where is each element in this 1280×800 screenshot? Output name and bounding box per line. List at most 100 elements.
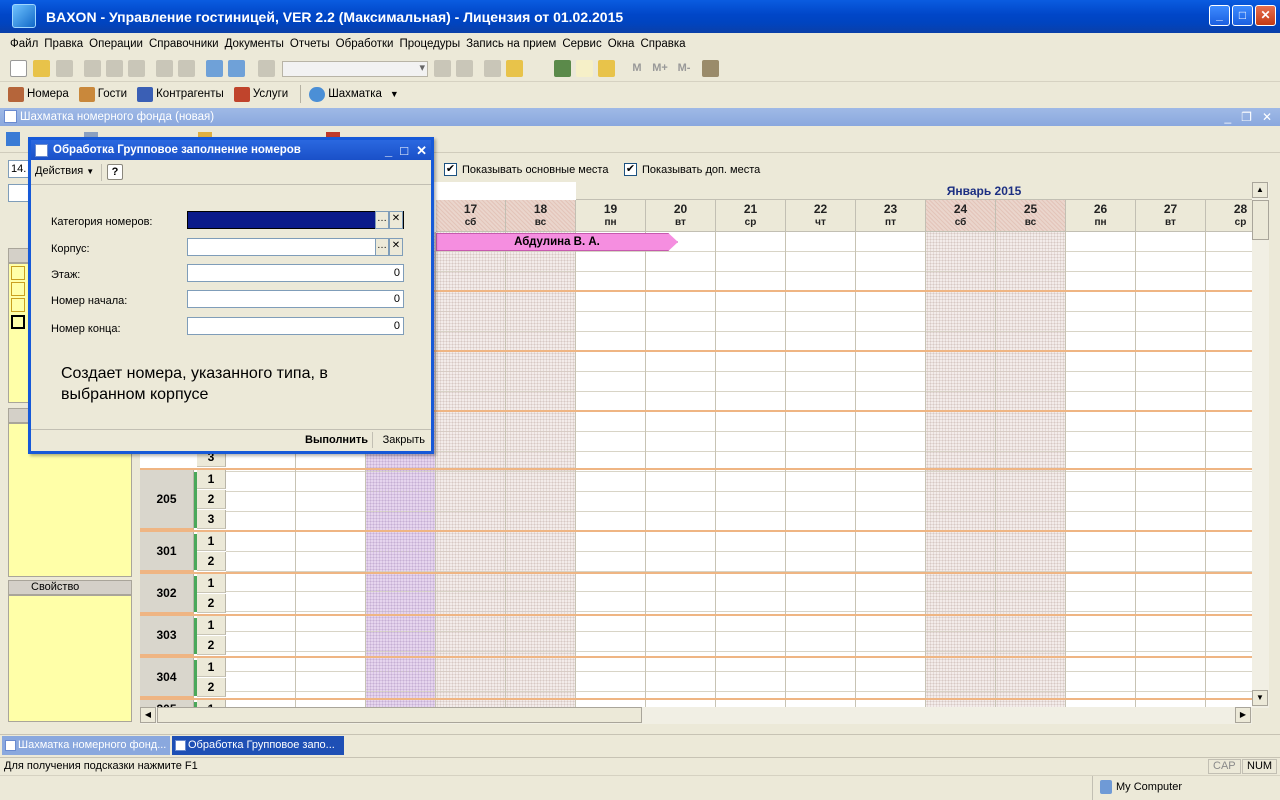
chevron-down-icon[interactable]: ▼	[390, 89, 399, 99]
copy-icon[interactable]	[106, 60, 123, 77]
print-preview-icon[interactable]	[178, 60, 195, 77]
dialog-close-button[interactable]: ✕	[416, 141, 427, 161]
booking-bar[interactable]: Абдулина В. А.	[436, 233, 678, 251]
maximize-button[interactable]: □	[1232, 5, 1253, 26]
find-prev-icon[interactable]	[456, 60, 473, 77]
day-column[interactable]	[856, 232, 926, 708]
open-folder-icon[interactable]	[33, 60, 50, 77]
close-button[interactable]: ✕	[1255, 5, 1276, 26]
category-clear-button[interactable]: ✕	[389, 211, 403, 229]
windows-icon[interactable]	[484, 60, 501, 77]
dialog-close-text-button[interactable]: Закрыть	[383, 434, 425, 446]
building-select-button[interactable]: …	[375, 238, 389, 256]
building-clear-button[interactable]: ✕	[389, 238, 403, 256]
day-column[interactable]	[576, 232, 646, 708]
tools-icon[interactable]	[702, 60, 719, 77]
filter-checkbox[interactable]	[11, 282, 25, 296]
chess-button[interactable]: Шахматка ▼	[309, 86, 399, 102]
horizontal-scrollbar[interactable]: ◀ ▶	[140, 707, 1252, 724]
menu-appointment[interactable]: Запись на прием	[466, 38, 556, 50]
execute-button[interactable]: Выполнить	[305, 434, 368, 446]
room-number[interactable]: 303	[140, 616, 194, 656]
day-column[interactable]	[646, 232, 716, 708]
dialog-maximize-button[interactable]: □	[400, 141, 408, 161]
child-minimize-button[interactable]: _	[1224, 108, 1231, 126]
day-column[interactable]	[926, 232, 996, 708]
menu-operations[interactable]: Операции	[89, 38, 143, 50]
show-extra-places-checkbox[interactable]: ✔ Показывать доп. места	[624, 163, 760, 176]
child-close-button[interactable]: ✕	[1262, 108, 1272, 126]
category-field[interactable]	[187, 211, 404, 229]
menu-file[interactable]: Файл	[10, 38, 38, 50]
paste-icon[interactable]	[128, 60, 145, 77]
day-column[interactable]	[1136, 232, 1206, 708]
actions-menu[interactable]: Действия ▼	[35, 165, 94, 177]
memory-minus-button[interactable]: М-	[672, 60, 696, 77]
filter-checkbox[interactable]	[11, 315, 25, 329]
find-icon[interactable]	[258, 60, 275, 77]
date-field[interactable]: 14.	[8, 160, 30, 178]
search-combo[interactable]	[282, 61, 428, 77]
number-start-field[interactable]: 0	[187, 290, 404, 308]
filter-checkbox[interactable]	[11, 266, 25, 280]
day-column[interactable]	[1206, 232, 1252, 708]
day-column[interactable]	[1066, 232, 1136, 708]
day-column[interactable]	[786, 232, 856, 708]
child-restore-button[interactable]: ❐	[1241, 108, 1252, 126]
print-icon[interactable]	[156, 60, 173, 77]
day-column[interactable]	[436, 232, 506, 708]
filter-checkbox[interactable]	[11, 298, 25, 312]
day-column[interactable]	[716, 232, 786, 708]
room-number[interactable]: 205	[140, 470, 194, 530]
new-document-icon[interactable]	[10, 60, 27, 77]
day-column[interactable]	[506, 232, 576, 708]
services-button[interactable]: Услуги	[233, 86, 288, 102]
redo-icon[interactable]	[228, 60, 245, 77]
refresh-icon[interactable]	[6, 132, 20, 146]
dialog-minimize-button[interactable]: _	[385, 141, 392, 161]
menu-windows[interactable]: Окна	[608, 38, 635, 50]
menu-service[interactable]: Сервис	[562, 38, 601, 50]
scroll-down-icon[interactable]: ▼	[1252, 690, 1268, 706]
menu-documents[interactable]: Документы	[225, 38, 284, 50]
scroll-up-icon[interactable]: ▲	[1252, 182, 1268, 198]
memory-button[interactable]: М	[626, 60, 648, 77]
contractors-button[interactable]: Контрагенты	[137, 86, 224, 102]
cut-icon[interactable]	[84, 60, 101, 77]
menu-references[interactable]: Справочники	[149, 38, 219, 50]
menu-help[interactable]: Справка	[640, 38, 685, 50]
calendar-icon[interactable]	[576, 60, 593, 77]
help-query-icon[interactable]	[506, 60, 523, 77]
task-chess[interactable]: Шахматка номерного фонд...	[2, 736, 170, 755]
help-button[interactable]: ?	[107, 164, 123, 180]
menu-edit[interactable]: Правка	[44, 38, 83, 50]
table-icon[interactable]	[554, 60, 571, 77]
show-main-places-checkbox[interactable]: ✔ Показывать основные места	[444, 163, 608, 176]
save-icon[interactable]	[56, 60, 73, 77]
undo-icon[interactable]	[206, 60, 223, 77]
building-field[interactable]	[187, 238, 376, 256]
scroll-left-icon[interactable]: ◀	[140, 707, 156, 723]
menu-procedures[interactable]: Процедуры	[399, 38, 460, 50]
vertical-scrollbar[interactable]: ▲ ▼	[1252, 182, 1269, 708]
filter-field[interactable]	[8, 184, 30, 202]
calculator-icon[interactable]	[598, 60, 615, 77]
room-number[interactable]: 302	[140, 574, 194, 614]
memory-plus-button[interactable]: М+	[648, 60, 672, 77]
rooms-button[interactable]: Номера	[8, 86, 69, 102]
scroll-right-icon[interactable]: ▶	[1235, 707, 1251, 723]
guests-button[interactable]: Гости	[78, 86, 127, 102]
floor-field[interactable]: 0	[187, 264, 404, 282]
day-column[interactable]	[996, 232, 1066, 708]
task-processing[interactable]: Обработка Групповое запо...	[172, 736, 344, 755]
scroll-thumb[interactable]	[157, 707, 642, 723]
find-next-icon[interactable]	[434, 60, 451, 77]
menu-processing[interactable]: Обработки	[336, 38, 394, 50]
room-number[interactable]: 304	[140, 658, 194, 698]
category-select-button[interactable]: …	[375, 211, 389, 229]
room-number[interactable]: 301	[140, 532, 194, 572]
number-end-field[interactable]: 0	[187, 317, 404, 335]
minimize-button[interactable]: _	[1209, 5, 1230, 26]
scroll-thumb[interactable]	[1252, 200, 1269, 240]
menu-reports[interactable]: Отчеты	[290, 38, 330, 50]
